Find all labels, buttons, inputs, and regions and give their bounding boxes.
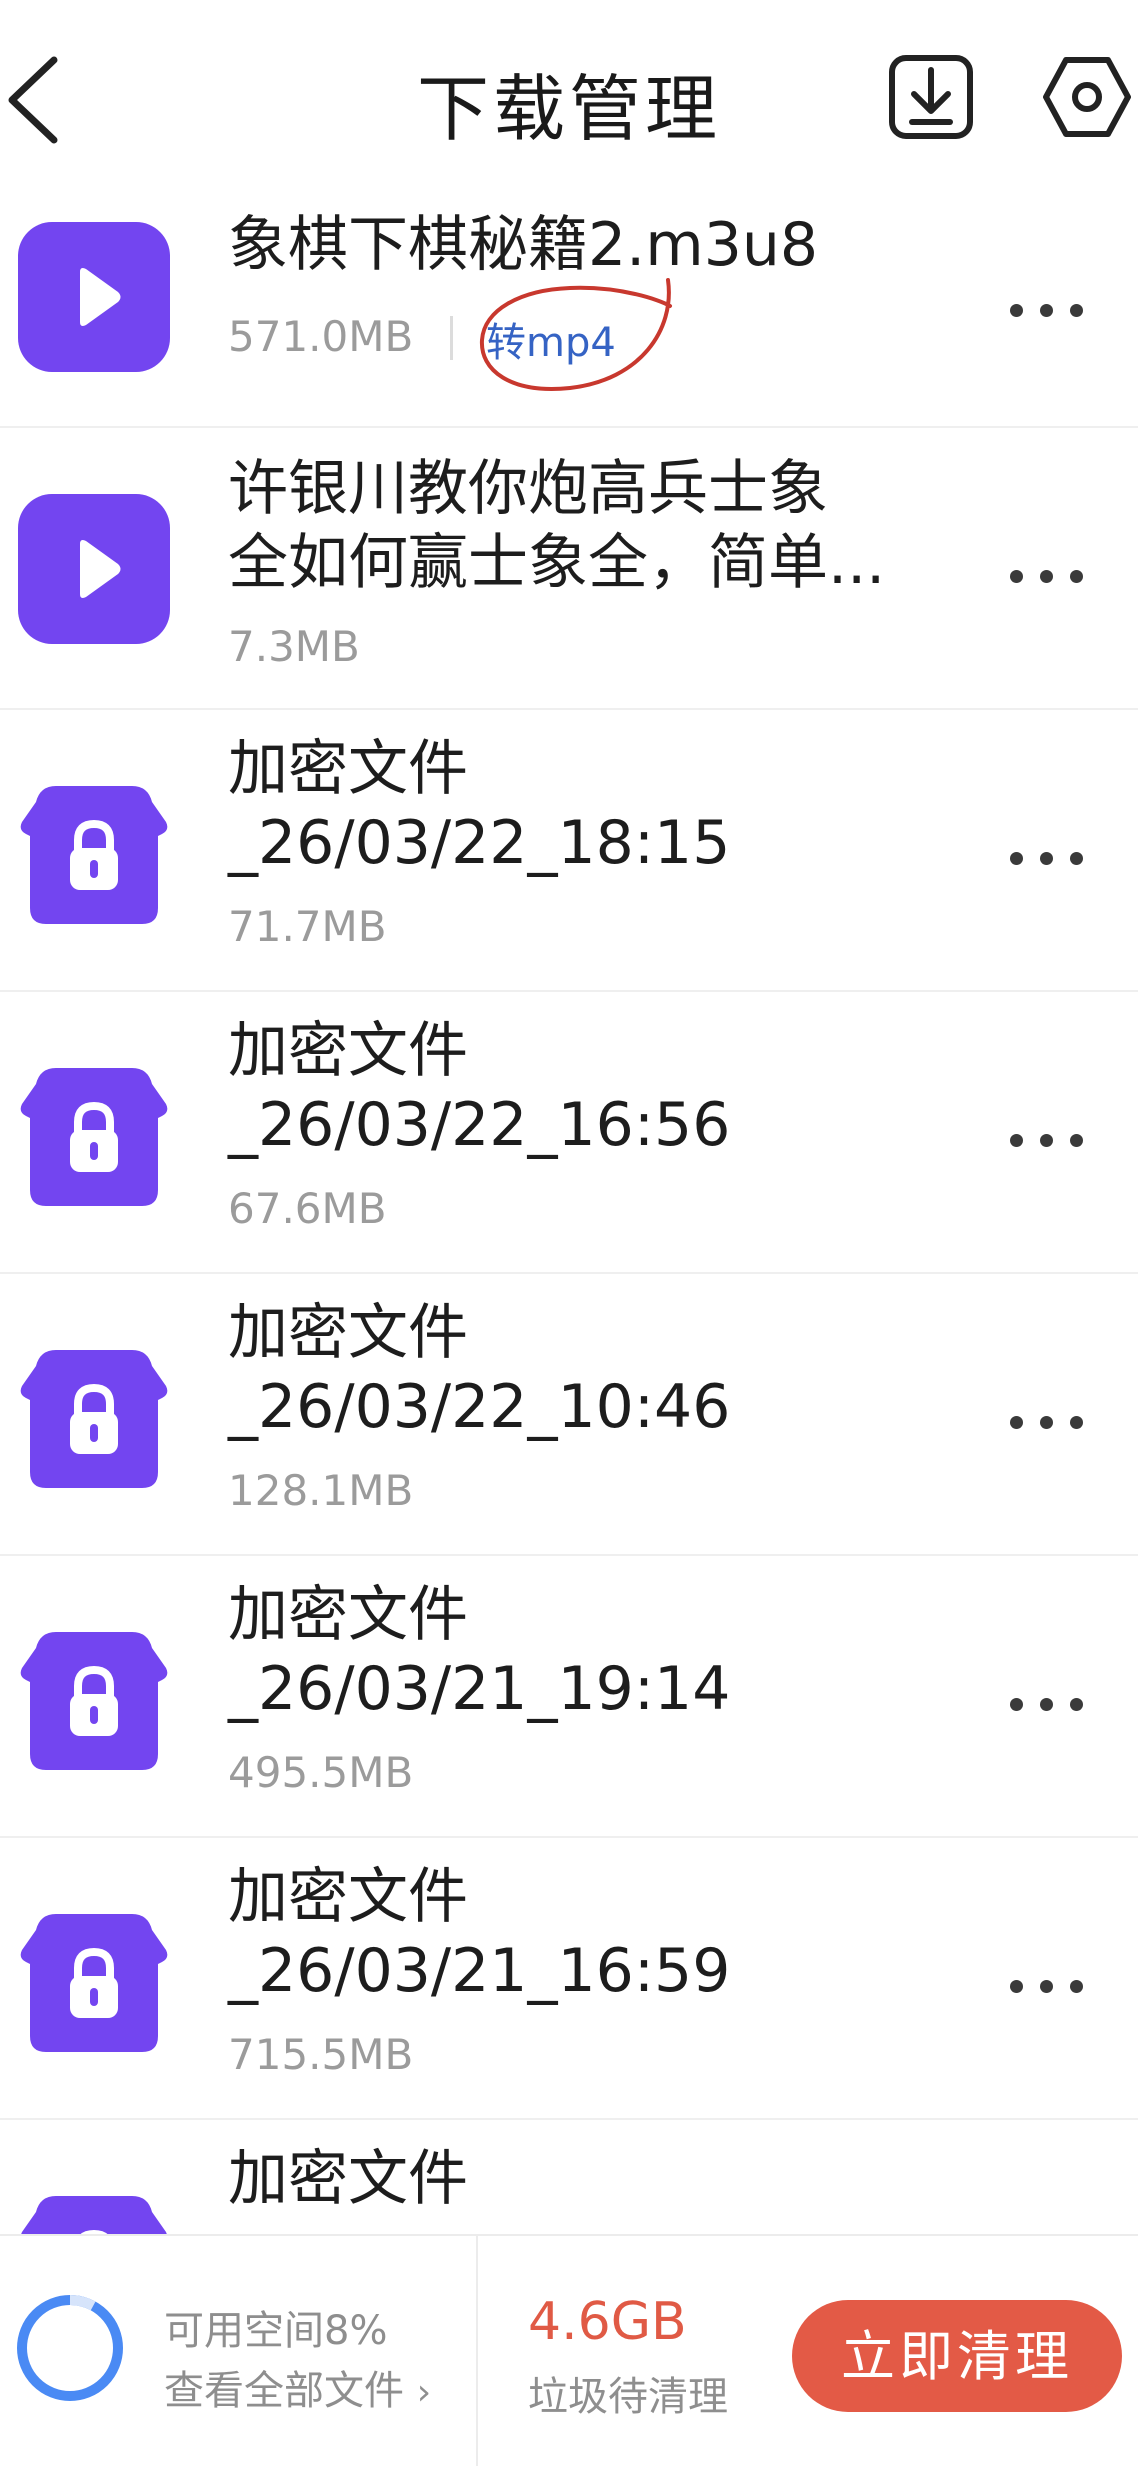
lock-icon [18,1906,170,2056]
clean-now-button[interactable]: 立即清理 [792,2300,1122,2412]
more-options-button[interactable] [996,546,1096,606]
junk-size: 4.6GB [528,2292,687,2352]
file-size: 7.3MB [228,622,360,671]
list-item[interactable]: 象棋下棋秘籍2.m3u8 571.0MB 转mp4 [0,194,1138,428]
file-name: 加密文件 _26/03/22_18:15 [228,734,731,878]
more-options-button[interactable] [996,828,1096,888]
divider [476,2236,478,2466]
list-item[interactable]: 加密文件 _26/03/21_16:59 715.5MB [0,1838,1138,2120]
settings-button[interactable] [1042,52,1132,142]
lock-shape [20,1350,168,1488]
lock-icon [18,1624,170,1774]
play-icon [80,268,121,326]
lock-shape [20,1068,168,1206]
lock-icon [18,1060,170,1210]
lock-icon [18,1342,170,1492]
watermark: 中关村在线 [898,2421,1079,2462]
list-item[interactable]: 加密文件 _26/03/22_10:46 128.1MB [0,1274,1138,1556]
top-app-bar: 下载管理 [0,0,1138,200]
play-icon [80,540,121,598]
available-space-label: 可用空间8% [164,2308,388,2354]
file-size: 71.7MB [228,902,387,951]
hexagon-settings-icon [1043,57,1131,137]
separator [450,316,453,360]
video-file-icon [18,222,170,372]
more-options-button[interactable] [996,1110,1096,1170]
file-size: 571.0MB [228,312,414,361]
more-options-button[interactable] [996,280,1096,340]
download-list: 象棋下棋秘籍2.m3u8 571.0MB 转mp4 许银川教你炮高兵士象 全如何… [0,200,1138,2408]
file-name: 加密文件 _26/03/21_16:59 [228,1862,731,2006]
more-options-button[interactable] [996,1392,1096,1452]
download-icon [889,55,973,139]
list-item[interactable]: 许银川教你炮高兵士象 全如何赢士象全，简单... 7.3MB [0,428,1138,710]
file-name: 许银川教你炮高兵士象 全如何赢士象全，简单... [228,454,886,598]
file-name: 加密文件 _26/03/21_19:14 [228,1580,731,1724]
lock-shape [20,1632,168,1770]
file-name: 加密文件 [228,2144,468,2214]
list-item[interactable]: 加密文件 _26/03/22_16:56 67.6MB [0,992,1138,1274]
lock-shape [20,1914,168,2052]
view-all-files-link[interactable]: 查看全部文件 › [164,2358,431,2416]
video-file-icon [18,494,170,644]
more-options-button[interactable] [996,1956,1096,2016]
file-name: 加密文件 _26/03/22_16:56 [228,1016,731,1160]
chevron-right-icon: › [416,2372,432,2413]
lock-icon [18,778,170,928]
file-size: 495.5MB [228,1748,414,1797]
hand-drawn-circle-annotation [479,278,672,391]
download-button[interactable] [886,52,976,142]
list-item[interactable]: 加密文件 _26/03/22_18:15 71.7MB [0,710,1138,992]
more-options-button[interactable] [996,1674,1096,1734]
junk-label: 垃圾待清理 [528,2374,728,2420]
list-item[interactable]: 加密文件 _26/03/21_19:14 495.5MB [0,1556,1138,1838]
file-size: 67.6MB [228,1184,387,1233]
storage-ring [17,2295,123,2401]
file-size: 128.1MB [228,1466,414,1515]
file-name: 加密文件 _26/03/22_10:46 [228,1298,731,1442]
file-size: 715.5MB [228,2030,414,2079]
lock-shape [20,786,168,924]
